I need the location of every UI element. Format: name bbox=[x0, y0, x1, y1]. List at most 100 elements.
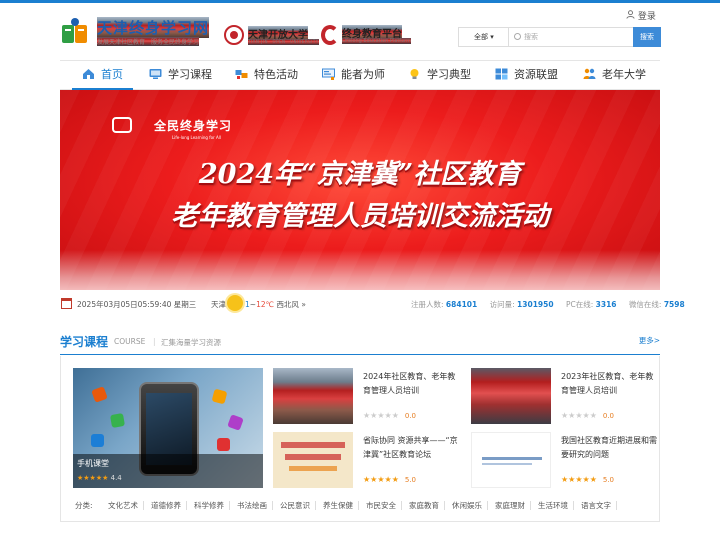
app-tile bbox=[109, 412, 126, 429]
teacher-icon bbox=[322, 68, 335, 80]
thumbnail-text-line bbox=[289, 466, 337, 471]
stat-label: 注册人数: bbox=[411, 300, 444, 309]
nav-item-teachers[interactable]: 能者为师 bbox=[322, 61, 385, 89]
banner-brand-en: Life-long Learning for All bbox=[172, 135, 221, 140]
login-label: 登录 bbox=[637, 12, 656, 22]
banner-headline-2: 老年教育管理人员培训交流活动 bbox=[171, 201, 549, 232]
rating-score: 0.0 bbox=[602, 412, 614, 420]
home-icon bbox=[83, 69, 94, 79]
hero-banner[interactable]: 全民终身学习 Life-long Learning for All 2024年“… bbox=[60, 90, 660, 290]
bulb-icon bbox=[410, 69, 419, 79]
rating-score: 0.0 bbox=[404, 412, 416, 420]
stat-label: 微信在线: bbox=[628, 300, 662, 309]
category-tag[interactable]: 语言文字 bbox=[581, 500, 617, 511]
category-tag[interactable]: 养生保健 bbox=[323, 500, 359, 511]
user-icon bbox=[626, 9, 635, 22]
section-subtitle: 汇集海量学习资源 bbox=[161, 338, 221, 347]
thumbnail-text-line bbox=[482, 463, 532, 465]
nav-item-activities[interactable]: 特色活动 bbox=[235, 61, 298, 89]
wind-direction: 西北风 bbox=[276, 300, 299, 309]
course-card[interactable]: 2023年社区教育、老年教育管理人员培训 ★★★★★ 0.0 bbox=[471, 368, 661, 428]
course-card[interactable]: 2024年社区教育、老年教育管理人员培训 ★★★★★ 0.0 bbox=[273, 368, 463, 428]
category-tag[interactable]: 市民安全 bbox=[366, 500, 402, 511]
current-datetime: 2025年03月05日05:59:40 星期三 bbox=[77, 300, 197, 309]
elder-icon bbox=[583, 68, 596, 79]
sunny-weather-icon bbox=[227, 295, 243, 311]
course-title: 我国社区教育近期进展和需要研究的问题 bbox=[561, 436, 657, 459]
nav-label: 学习课程 bbox=[168, 68, 212, 81]
search-bar: 全部 ▾ 搜索 搜索 bbox=[458, 27, 661, 47]
app-tile bbox=[217, 438, 230, 451]
category-tag[interactable]: 书法绘画 bbox=[237, 500, 273, 511]
temp-high: 12℃ bbox=[256, 300, 275, 309]
login-link[interactable]: 登录 bbox=[626, 9, 656, 22]
courses-section-header: 学习课程 COURSE | 汇集海量学习资源 更多> bbox=[60, 330, 660, 355]
site-stats: 注册人数: 684101 访问量: 1301950 PC在线: 3316 微信在… bbox=[411, 299, 685, 310]
learning-logo-icon bbox=[62, 18, 87, 43]
nav-label: 能者为师 bbox=[341, 68, 385, 81]
category-tag[interactable]: 文化艺术 bbox=[108, 500, 144, 511]
rating-score: 4.4 bbox=[110, 474, 122, 482]
course-title: 2023年社区教育、老年教育管理人员培训 bbox=[561, 372, 654, 395]
category-tag[interactable]: 家庭理财 bbox=[495, 500, 531, 511]
more-courses-link[interactable]: 更多> bbox=[639, 335, 660, 346]
weather-temperature: 1~12℃ 西北风 » bbox=[245, 299, 306, 310]
thumbnail-text-line bbox=[482, 457, 542, 460]
banner-headline-1: 2024年“京津冀”社区教育 bbox=[198, 159, 522, 190]
rating-stars: ★★★★★ bbox=[77, 474, 109, 482]
nav-label: 学习典型 bbox=[427, 68, 471, 81]
banner-brand: 全民终身学习 bbox=[154, 119, 233, 133]
weather-more-arrow[interactable]: » bbox=[301, 300, 306, 309]
category-tag[interactable]: 家庭教育 bbox=[409, 500, 445, 511]
category-tag[interactable]: 休闲娱乐 bbox=[452, 500, 488, 511]
search-button[interactable]: 搜索 bbox=[633, 27, 661, 47]
stat-wechat-online: 7598 bbox=[663, 300, 685, 309]
nav-item-courses[interactable]: 学习课程 bbox=[149, 61, 212, 89]
info-bar: 2025年03月05日05:59:40 星期三 天津 1~12℃ 西北风 » 注… bbox=[60, 294, 685, 316]
nav-label: 特色活动 bbox=[254, 68, 298, 81]
weather-city: 天津 bbox=[211, 300, 226, 309]
category-tag[interactable]: 公民意识 bbox=[280, 500, 316, 511]
rating-stars: ★★★★★ bbox=[561, 475, 597, 484]
stat-label: 访问量: bbox=[489, 300, 515, 309]
section-separator: | bbox=[153, 337, 156, 346]
rating-stars: ★★★★★ bbox=[363, 475, 399, 484]
category-tag[interactable]: 生活环境 bbox=[538, 500, 574, 511]
nav-item-home[interactable]: 首页 bbox=[72, 61, 133, 90]
category-tag[interactable]: 科学修养 bbox=[194, 500, 230, 511]
app-tile bbox=[91, 386, 108, 403]
stat-visits: 1301950 bbox=[517, 300, 554, 309]
featured-course[interactable]: 手机课堂 ★★★★★ 4.4 bbox=[73, 368, 263, 488]
course-rating: ★★★★★ 0.0 bbox=[363, 411, 416, 420]
course-thumbnail bbox=[471, 368, 551, 424]
stat-label: PC在线: bbox=[565, 300, 594, 309]
site-header: 天津终身学习网 发展天津社区教育 服务全民终身学习 天津开放大学 TIAN JI… bbox=[0, 3, 720, 61]
course-rating: ★★★★★ 5.0 bbox=[363, 475, 416, 484]
nav-label: 资源联盟 bbox=[514, 68, 558, 81]
grid-icon bbox=[495, 68, 508, 80]
monitor-icon bbox=[149, 69, 162, 79]
nav-label: 首页 bbox=[101, 68, 123, 81]
featured-rating: ★★★★★ 4.4 bbox=[77, 474, 122, 482]
site-logo-slogan: 发展天津社区教育 服务全民终身学习 bbox=[97, 37, 200, 46]
university-logo[interactable]: 天津开放大学 TIAN JIN OPEN UNIVERSITY bbox=[224, 24, 319, 50]
nav-item-elder-university[interactable]: 老年大学 bbox=[583, 61, 646, 89]
activity-icon bbox=[235, 70, 248, 79]
course-thumbnail bbox=[273, 368, 353, 424]
course-card[interactable]: 省际协同 资源共享——“京津冀”社区教育论坛 ★★★★★ 5.0 bbox=[273, 432, 463, 492]
site-logo[interactable]: 天津终身学习网 发展天津社区教育 服务全民终身学习 bbox=[60, 17, 220, 49]
courses-panel: 手机课堂 ★★★★★ 4.4 2024年社区教育、老年教育管理人员培训 ★★★★… bbox=[60, 356, 660, 522]
search-category-select[interactable]: 全部 ▾ bbox=[459, 28, 509, 46]
banner-bottom-glow bbox=[60, 250, 660, 290]
stat-registered: 684101 bbox=[445, 300, 478, 309]
nav-item-models[interactable]: 学习典型 bbox=[408, 61, 471, 89]
platform-logo[interactable]: 终身教育平台 Lifelong Education Platform bbox=[321, 24, 413, 50]
course-card[interactable]: 我国社区教育近期进展和需要研究的问题 ★★★★★ 5.0 bbox=[471, 432, 661, 492]
nav-item-alliance[interactable]: 资源联盟 bbox=[495, 61, 558, 89]
category-tag[interactable]: 道德修养 bbox=[151, 500, 187, 511]
search-input[interactable]: 搜索 bbox=[510, 28, 634, 46]
course-title: 2024年社区教育、老年教育管理人员培训 bbox=[363, 372, 456, 395]
course-thumbnail bbox=[273, 432, 353, 488]
nav-label: 老年大学 bbox=[602, 68, 646, 81]
course-rating: ★★★★★ 0.0 bbox=[561, 411, 614, 420]
